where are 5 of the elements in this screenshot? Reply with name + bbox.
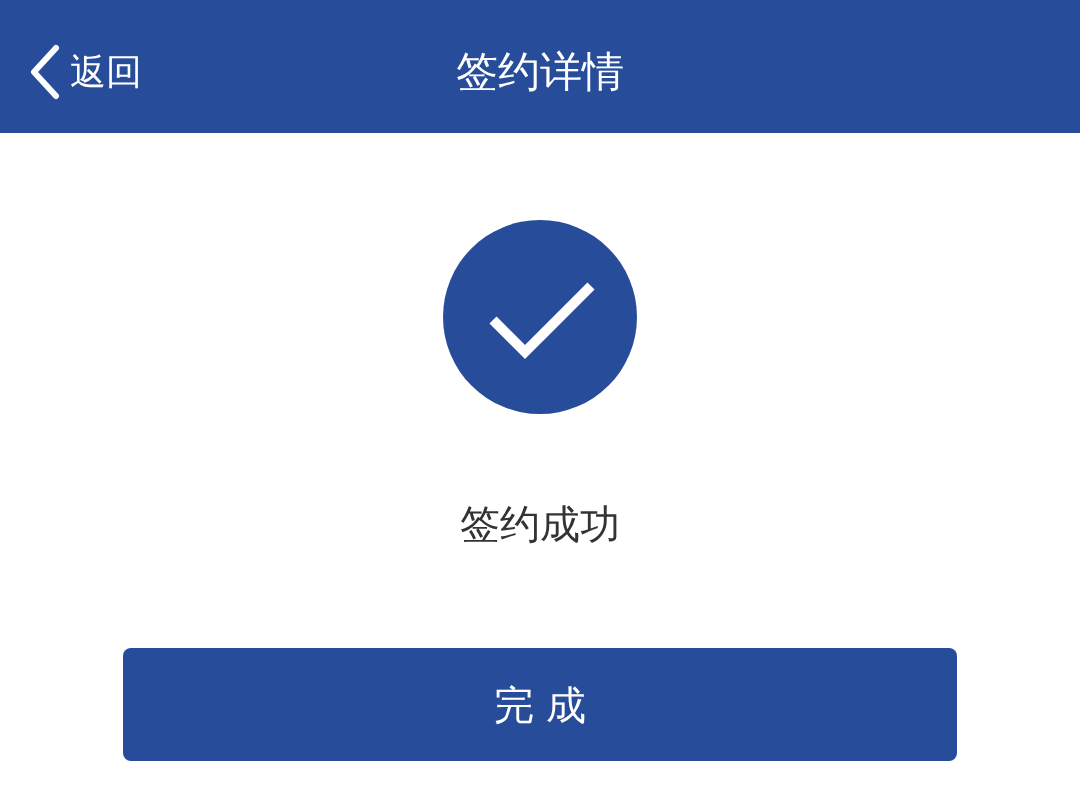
done-button[interactable]: 完 成 xyxy=(123,648,957,761)
page-title: 签约详情 xyxy=(456,46,624,98)
result-message: 签约成功 xyxy=(460,500,620,549)
back-button[interactable]: 返回 xyxy=(28,43,142,100)
back-icon xyxy=(28,43,62,100)
